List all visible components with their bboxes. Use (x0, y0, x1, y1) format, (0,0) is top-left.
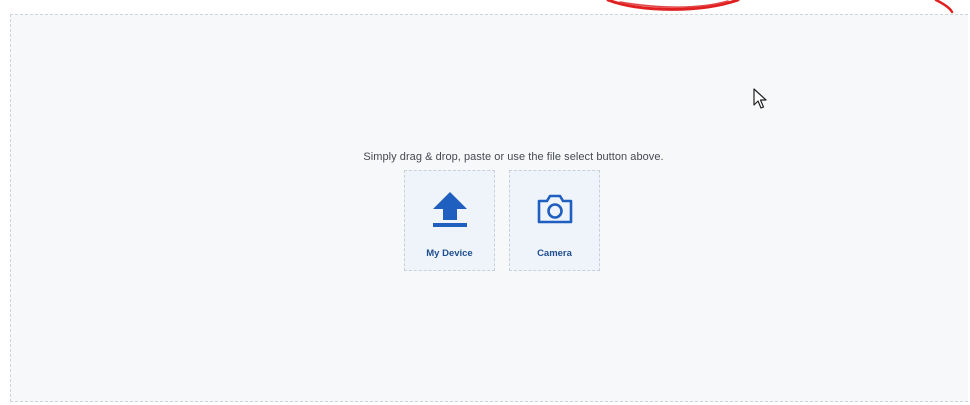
my-device-label: My Device (426, 248, 473, 259)
drop-hint-text: Simply drag & drop, paste or use the fil… (363, 151, 664, 163)
camera-label: Camera (537, 248, 572, 259)
top-strip (0, 0, 970, 10)
mouse-cursor-icon (753, 88, 767, 109)
page: Simply drag & drop, paste or use the fil… (0, 0, 970, 405)
camera-button[interactable]: Camera (509, 170, 600, 271)
file-drop-zone[interactable]: Simply drag & drop, paste or use the fil… (10, 14, 968, 402)
camera-icon (510, 187, 599, 231)
upload-arrow-icon (405, 187, 494, 231)
my-device-button[interactable]: My Device (404, 170, 495, 271)
